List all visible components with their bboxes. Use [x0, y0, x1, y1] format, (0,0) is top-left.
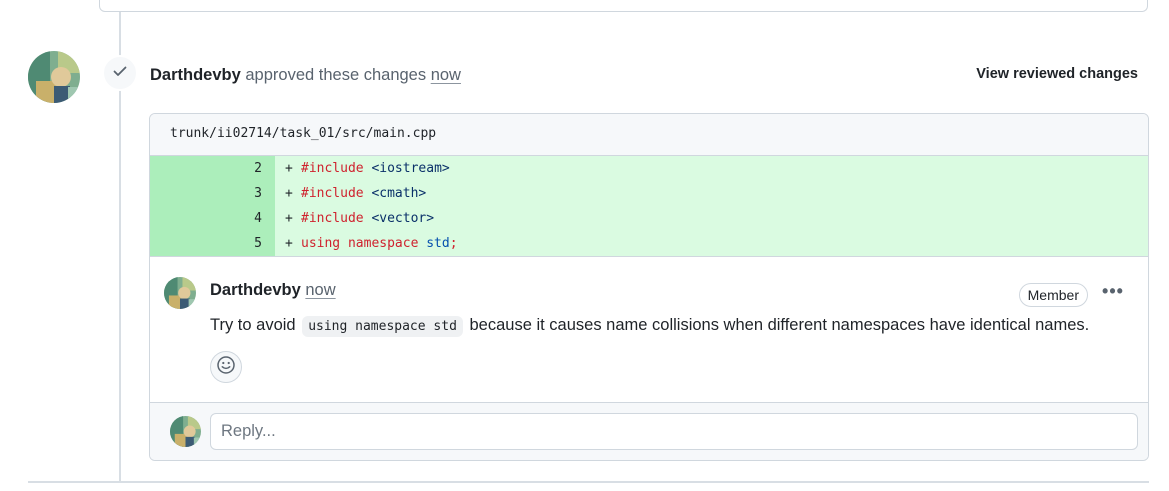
kebab-horizontal-icon[interactable]: ••• [1100, 281, 1126, 305]
comment-author-avatar[interactable] [164, 277, 196, 309]
comment-timestamp-link[interactable]: now [305, 281, 335, 299]
timeline-divider [28, 481, 1149, 483]
code-token: <vector> [363, 211, 435, 226]
code-token: <iostream> [363, 161, 450, 176]
diff-line-code: + using namespace std; [275, 231, 1148, 256]
code-token: #include [301, 186, 364, 201]
diff-line-code: + #include <cmath> [275, 181, 1148, 206]
reply-bar [150, 402, 1148, 460]
diff-line: 3 + #include <cmath> [150, 181, 1148, 206]
diff-line: 2 + #include <iostream> [150, 156, 1148, 181]
diff-line-code: + #include <iostream> [275, 156, 1148, 181]
diff-line: 5 + using namespace std; [150, 231, 1148, 256]
comment-author-link[interactable]: Darthdevby [210, 281, 301, 299]
diff-added-sign: + [285, 211, 293, 226]
diff-added-sign: + [285, 186, 293, 201]
add-reaction-button[interactable] [210, 351, 242, 383]
comment-header: Darthdevby now [210, 281, 336, 300]
diff-line-number: 2 [150, 156, 275, 181]
diff-file-path[interactable]: trunk/ii02714/task_01/src/main.cpp [150, 114, 1148, 156]
diff-line-number: 3 [150, 181, 275, 206]
diff-line-code: + #include <vector> [275, 206, 1148, 231]
review-author-link[interactable]: Darthdevby [150, 66, 241, 84]
comment-text: Try to avoid [210, 316, 296, 334]
diff-added-sign: + [285, 236, 293, 251]
review-summary: Darthdevby approved these changes now [150, 64, 461, 86]
previous-comment-box [99, 0, 1148, 12]
review-comment: Darthdevby now Member ••• Try to avoid u… [150, 256, 1148, 402]
current-user-avatar [170, 416, 201, 447]
review-action-text: approved these changes [245, 66, 427, 84]
code-token: ; [449, 236, 458, 251]
comment-text: because it causes name collisions when d… [469, 316, 1090, 334]
member-role-badge: Member [1018, 283, 1088, 307]
approved-status-badge [102, 55, 138, 91]
diff-line-number: 4 [150, 206, 275, 231]
comment-body: Try to avoid using namespace std because… [210, 316, 1090, 337]
smiley-icon [216, 355, 236, 380]
diff-added-sign: + [285, 161, 293, 176]
code-token: using namespace [301, 236, 419, 251]
code-token: #include [301, 211, 364, 226]
inline-code: using namespace std [302, 316, 463, 337]
diff-hunk: 2 + #include <iostream> 3 + #include <cmat… [150, 156, 1148, 256]
reviewer-avatar[interactable] [28, 51, 80, 103]
code-token: #include [301, 161, 364, 176]
reply-input[interactable] [210, 413, 1138, 450]
code-token: <cmath> [363, 186, 427, 201]
check-icon [112, 63, 128, 84]
review-timestamp-link[interactable]: now [431, 66, 461, 84]
diff-line-number: 5 [150, 231, 275, 256]
code-token: std [418, 236, 450, 251]
review-comment-thread: trunk/ii02714/task_01/src/main.cpp 2 + #i… [149, 113, 1149, 461]
view-reviewed-changes-link[interactable]: View reviewed changes [976, 66, 1138, 82]
diff-line: 4 + #include <vector> [150, 206, 1148, 231]
